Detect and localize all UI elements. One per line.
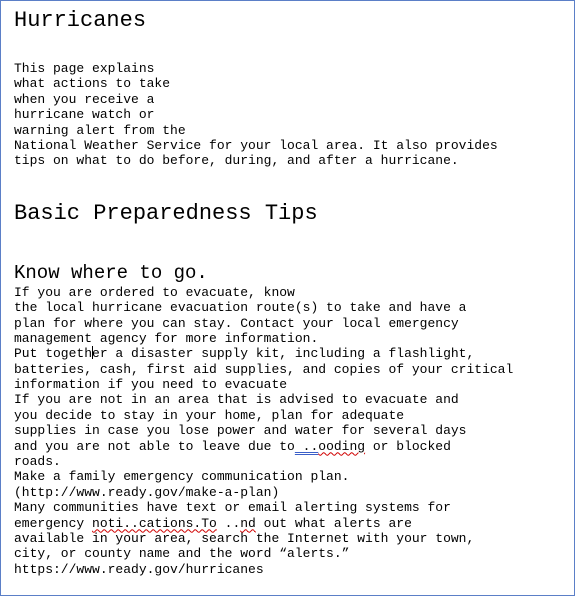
flood-line: and you are not able to leave due to ..o… xyxy=(14,439,566,454)
document-body[interactable]: Hurricanes This page explains what actio… xyxy=(14,7,566,577)
body-line: you decide to stay in your home, plan fo… xyxy=(14,407,405,423)
intro-line: when you receive a xyxy=(14,91,155,107)
spelling-flag[interactable]: ooding xyxy=(318,439,365,454)
section-heading: Basic Preparedness Tips xyxy=(14,200,318,226)
document-frame: Hurricanes This page explains what actio… xyxy=(0,0,575,596)
body-line: management agency for more information. xyxy=(14,330,319,346)
kit-line: Put together a disaster supply kit, incl… xyxy=(14,346,566,361)
subsection-heading: Know where to go. xyxy=(14,261,208,284)
link-text: (http://www.ready.gov/make-a-plan) xyxy=(14,484,280,500)
page-title: Hurricanes xyxy=(14,8,147,33)
link-text: https://www.ready.gov/hurricanes xyxy=(14,561,264,577)
intro-line: hurricane watch or xyxy=(14,107,155,123)
flood-line-end: or blocked xyxy=(365,438,451,454)
body-line: Make a family emergency communication pl… xyxy=(14,469,350,485)
notification-line-end: out what alerts are xyxy=(255,515,412,531)
notification-line-mid: .. xyxy=(216,515,241,531)
intro-line: This page explains xyxy=(14,61,155,76)
flood-line-start: and you are not able to leave due to xyxy=(14,438,295,454)
body-line: the local hurricane evacuation route(s) … xyxy=(14,300,467,316)
intro-line: warning alert from the xyxy=(14,122,186,138)
body-line: plan for where you can stay. Contact you… xyxy=(14,315,459,331)
body-line: available in your area, search the Inter… xyxy=(14,530,475,546)
intro-line: National Weather Service for your local … xyxy=(14,137,498,153)
spelling-flag[interactable]: nd xyxy=(240,516,256,531)
body-line: If you are ordered to evacuate, know xyxy=(14,284,295,300)
body-line: Many communities have text or email aler… xyxy=(14,500,451,516)
kit-line-end: er a disaster supply kit, including a fl… xyxy=(92,346,475,362)
body-line: information if you need to evacuate xyxy=(14,377,288,393)
body-line: batteries, cash, first aid supplies, and… xyxy=(14,361,514,377)
body-line: supplies in case you lose power and wate… xyxy=(14,423,467,439)
intro-line: tips on what to do before, during, and a… xyxy=(14,153,459,169)
grammar-flag[interactable]: .. xyxy=(295,439,319,454)
body-line: city, or county name and the word “alert… xyxy=(14,546,350,562)
spelling-flag[interactable]: noti..cations.To xyxy=(92,516,217,531)
body-line: roads. xyxy=(14,454,61,470)
notification-line-start: emergency xyxy=(14,515,93,531)
notification-line: emergency noti..cations.To ..nd out what… xyxy=(14,516,566,531)
body-line: If you are not in an area that is advise… xyxy=(14,392,459,408)
intro-line: what actions to take xyxy=(14,76,171,92)
kit-line-start: Put togeth xyxy=(14,346,93,362)
